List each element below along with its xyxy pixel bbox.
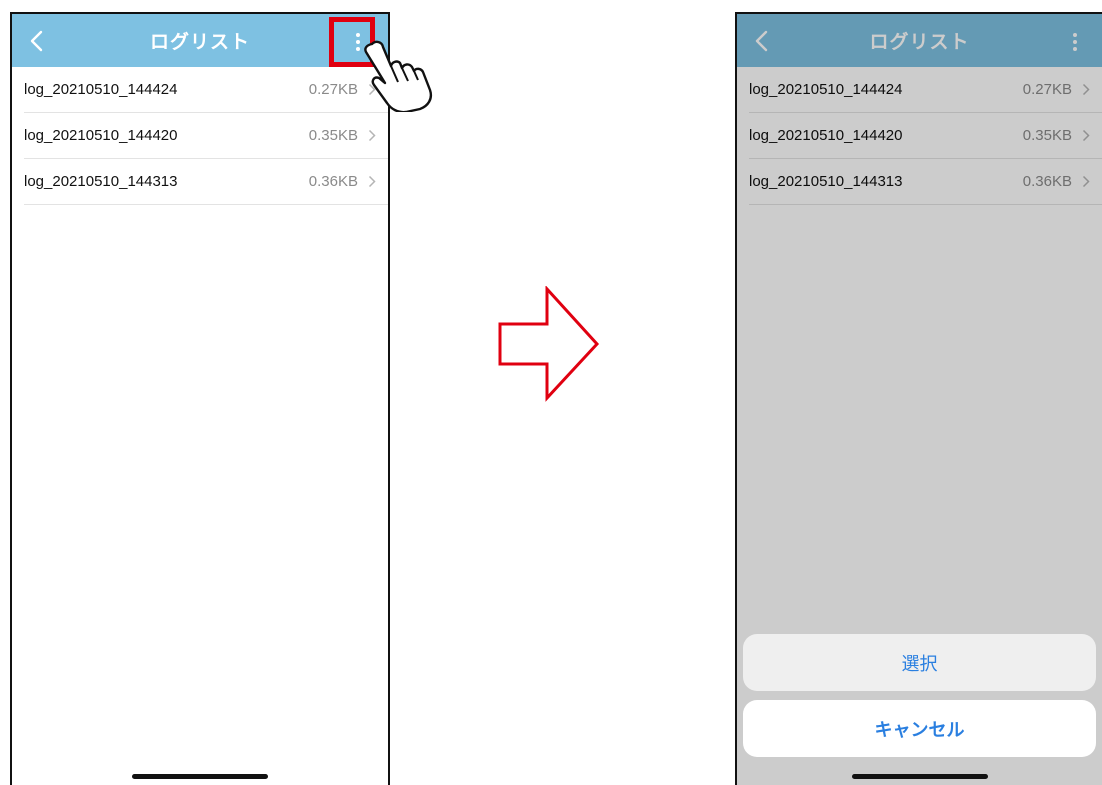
phone-screen-before: ログリスト log_20210510_144424 0.27KB log_202… xyxy=(10,12,390,785)
log-file-name: log_20210510_144420 xyxy=(24,127,178,144)
log-list-item[interactable]: log_20210510_144424 0.27KB xyxy=(24,67,388,113)
log-file-size: 0.27KB xyxy=(308,81,358,98)
log-list: log_20210510_144424 0.27KB log_20210510_… xyxy=(24,67,388,205)
pointing-hand-icon xyxy=(364,40,433,112)
log-file-name: log_20210510_144424 xyxy=(24,81,178,98)
log-list-item[interactable]: log_20210510_144313 0.36KB xyxy=(24,159,388,205)
tutorial-canvas: ログリスト log_20210510_144424 0.27KB log_202… xyxy=(0,0,1102,785)
chevron-right-icon xyxy=(368,129,376,142)
back-button[interactable] xyxy=(26,29,48,53)
page-title: ログリスト xyxy=(149,31,250,53)
home-indicator[interactable] xyxy=(851,774,988,779)
chevron-right-icon xyxy=(368,175,376,188)
cancel-button[interactable]: キャンセル xyxy=(743,700,1096,757)
select-button[interactable]: 選択 xyxy=(743,634,1096,691)
log-list-item[interactable]: log_20210510_144420 0.35KB xyxy=(24,113,388,159)
phone-screen-after: ログリスト log_20210510_144424 0.27KB log_202… xyxy=(735,12,1102,785)
chevron-left-icon xyxy=(30,30,43,52)
log-file-name: log_20210510_144313 xyxy=(24,173,178,190)
home-indicator[interactable] xyxy=(132,774,268,779)
log-file-size: 0.36KB xyxy=(308,173,358,190)
right-arrow-icon xyxy=(498,286,600,402)
log-file-size: 0.35KB xyxy=(308,127,358,144)
